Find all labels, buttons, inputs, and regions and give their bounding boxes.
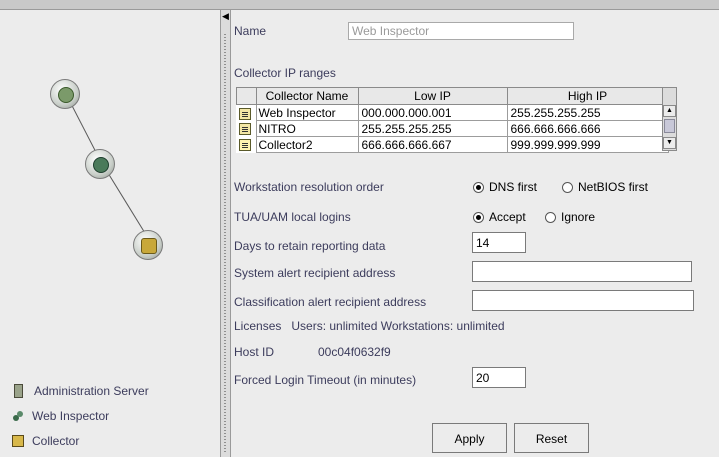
low-ip-cell[interactable]: 255.255.255.255 <box>357 120 508 137</box>
legend-item-server: Administration Server <box>12 384 149 398</box>
collector-name-cell[interactable]: Collector2 <box>255 136 359 153</box>
collector-node-icon[interactable] <box>133 230 163 260</box>
host-id-label: Host ID <box>234 345 275 359</box>
netbios-first-radio[interactable]: NetBIOS first <box>562 180 648 194</box>
topology-panel: Administration Server Web Inspector Coll… <box>0 10 220 457</box>
login-timeout-field[interactable] <box>472 367 526 388</box>
licenses-text: Licenses Users: unlimited Workstations: … <box>234 319 505 333</box>
scroll-up-icon[interactable]: ▲ <box>663 105 676 117</box>
legend-label: Collector <box>32 434 80 448</box>
high-ip-cell[interactable]: 255.255.255.255 <box>506 104 669 121</box>
collapse-left-icon[interactable]: ◀ <box>222 12 229 21</box>
table-row[interactable]: NITRO 255.255.255.255 666.666.666.666 <box>237 120 669 137</box>
reset-button[interactable]: Reset <box>514 423 589 453</box>
radio-unselected-icon <box>562 181 573 193</box>
row-icon-cell <box>237 105 257 121</box>
local-logins-label: TUA/UAM local logins <box>234 210 351 224</box>
radio-label: NetBIOS first <box>578 180 649 194</box>
host-id-value: 00c04f0632f9 <box>318 345 391 359</box>
classification-alert-label: Classification alert recipient address <box>234 295 427 309</box>
new-document-icon <box>238 139 251 152</box>
collector-name-cell[interactable]: Web Inspector <box>255 104 359 121</box>
name-label: Name <box>234 24 267 38</box>
login-timeout-label: Forced Login Timeout (in minutes) <box>234 373 417 387</box>
radio-selected-icon <box>473 211 484 223</box>
classification-alert-field[interactable] <box>472 290 694 311</box>
server-icon <box>14 384 23 398</box>
dns-first-radio[interactable]: DNS first <box>473 180 537 194</box>
high-ip-cell[interactable]: 666.666.666.666 <box>506 120 669 137</box>
ignore-radio[interactable]: Ignore <box>545 210 595 224</box>
retain-days-field[interactable] <box>472 232 526 253</box>
top-bar <box>0 0 719 10</box>
retain-days-label: Days to retain reporting data <box>234 239 386 253</box>
row-icon-cell <box>237 137 257 153</box>
collector-ip-table[interactable]: Collector Name Low IP High IP Web Inspec… <box>236 87 669 153</box>
radio-label: Ignore <box>561 210 596 224</box>
table-header-corner <box>236 87 257 105</box>
settings-panel: Name Collector IP ranges Collector Name … <box>231 10 719 457</box>
collector-name-cell[interactable]: NITRO <box>255 120 359 137</box>
resolution-order-label: Workstation resolution order <box>234 180 384 194</box>
legend-item-web-inspector: Web Inspector <box>12 409 109 423</box>
table-scrollbar[interactable]: ▲ ▼ <box>662 87 677 151</box>
legend-label: Web Inspector <box>32 409 110 423</box>
legend-label: Administration Server <box>34 384 149 398</box>
split-pane-divider[interactable]: ◀ <box>220 10 231 457</box>
radio-selected-icon <box>473 181 484 193</box>
radio-label: Accept <box>489 210 526 224</box>
document-icon <box>238 123 251 136</box>
web-inspector-node-icon[interactable] <box>85 149 115 179</box>
accept-radio[interactable]: Accept <box>473 210 526 224</box>
high-ip-cell[interactable]: 999.999.999.999 <box>506 136 669 153</box>
server-node-icon[interactable] <box>50 79 80 109</box>
legend-item-collector: Collector <box>12 434 79 448</box>
table-header-row: Collector Name Low IP High IP <box>236 87 669 105</box>
divider-grip <box>224 34 226 453</box>
table-row[interactable]: Web Inspector 000.000.000.001 255.255.25… <box>237 104 669 121</box>
column-header[interactable]: Collector Name <box>255 87 359 105</box>
web-inspector-icon <box>12 410 24 422</box>
collector-icon <box>12 435 24 447</box>
radio-unselected-icon <box>545 211 556 223</box>
low-ip-cell[interactable]: 666.666.666.667 <box>357 136 508 153</box>
system-alert-field[interactable] <box>472 261 692 282</box>
column-header[interactable]: High IP <box>506 87 669 105</box>
radio-label: DNS first <box>489 180 537 194</box>
row-icon-cell <box>237 121 257 137</box>
column-header[interactable]: Low IP <box>357 87 508 105</box>
apply-button[interactable]: Apply <box>432 423 507 453</box>
scroll-thumb[interactable] <box>664 119 675 133</box>
document-icon <box>238 107 251 120</box>
system-alert-label: System alert recipient address <box>234 266 396 280</box>
table-row[interactable]: Collector2 666.666.666.667 999.999.999.9… <box>237 136 669 153</box>
low-ip-cell[interactable]: 000.000.000.001 <box>357 104 508 121</box>
scroll-down-icon[interactable]: ▼ <box>663 137 676 149</box>
collector-ip-ranges-label: Collector IP ranges <box>234 66 336 80</box>
name-field[interactable] <box>348 22 574 40</box>
